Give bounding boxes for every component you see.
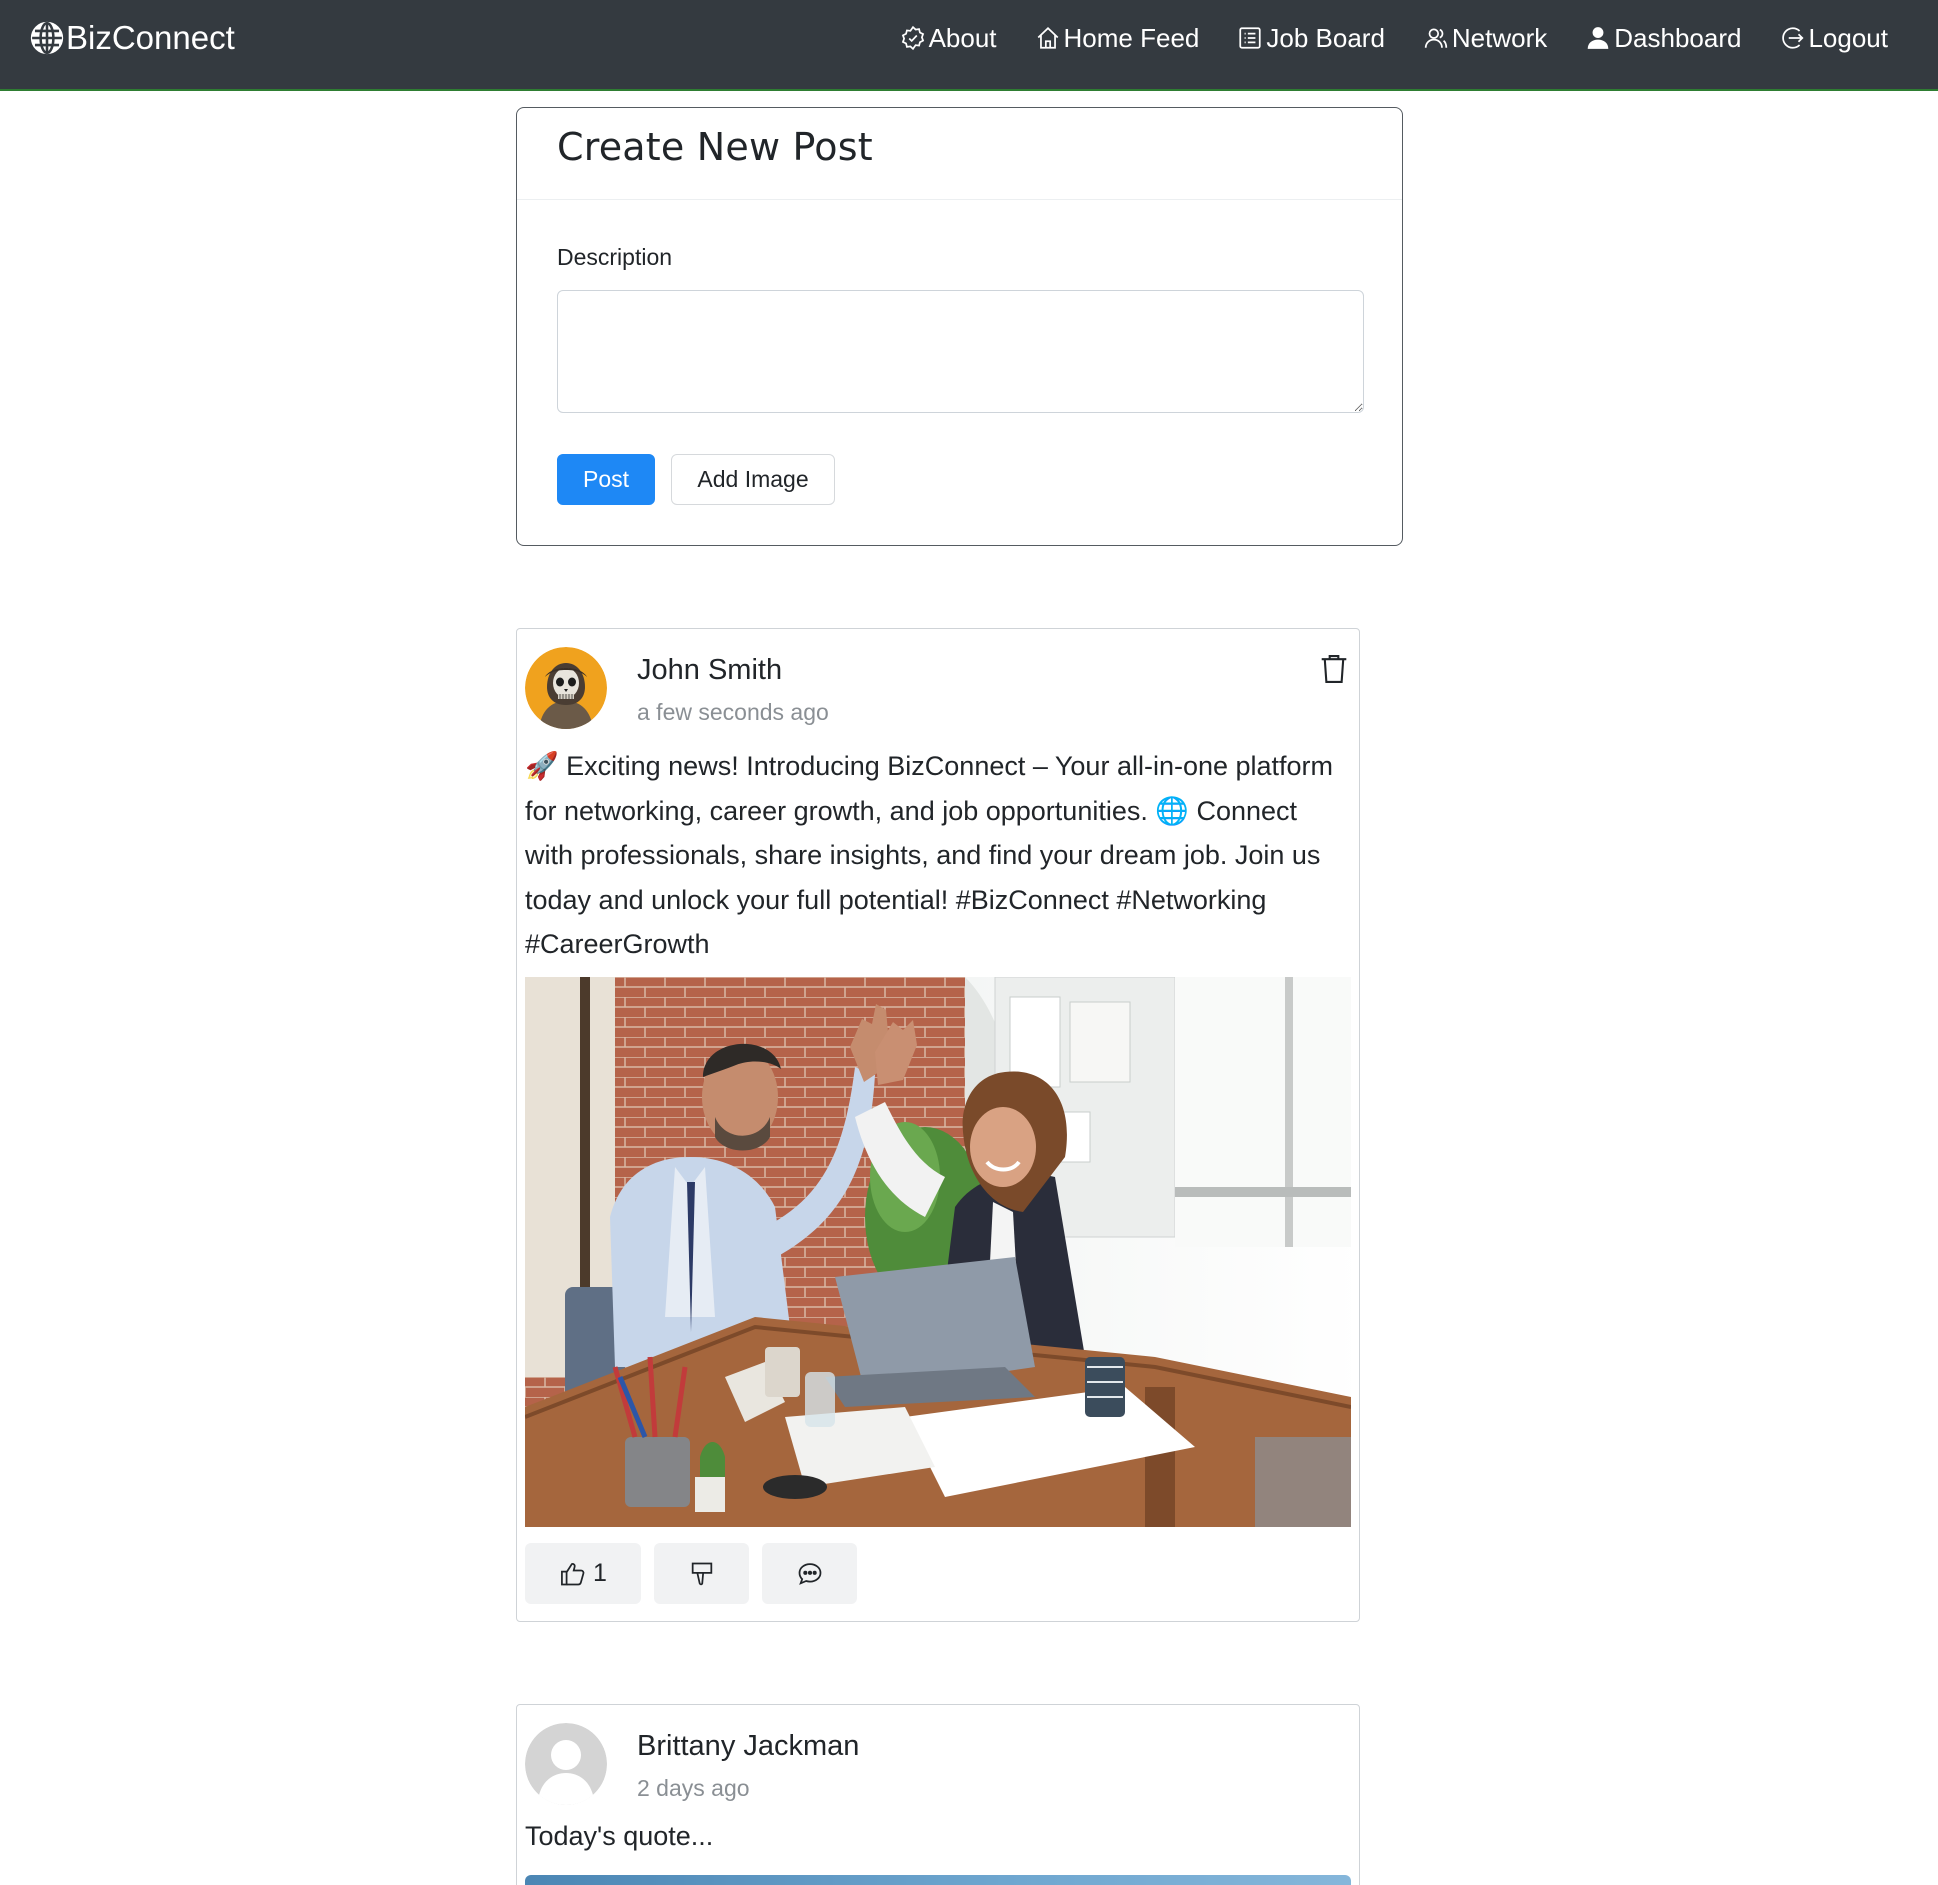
avatar[interactable]	[525, 1723, 607, 1805]
comment-button[interactable]	[762, 1543, 857, 1604]
create-post-card: Create New Post Description Post Add Ima…	[516, 107, 1403, 546]
post-card: Brittany Jackman 2 days ago Today's quot…	[516, 1704, 1360, 1885]
nav-home-feed[interactable]: Home Feed	[1035, 22, 1200, 54]
post-time: a few seconds ago	[637, 699, 829, 725]
nav-logout-label: Logout	[1808, 22, 1888, 53]
person-icon	[1587, 27, 1609, 49]
dislike-button[interactable]	[654, 1543, 749, 1604]
nav-network-label: Network	[1451, 22, 1548, 53]
post-time: 2 days ago	[637, 1775, 750, 1801]
nav-network[interactable]: Network	[1423, 23, 1547, 54]
post-image	[525, 1875, 1351, 1885]
nav-about-label: About	[928, 22, 997, 53]
brand-link[interactable]: BizConnect	[30, 18, 235, 58]
home-icon	[1037, 27, 1058, 49]
post-text: 🚀 Exciting news! Introducing BizConnect …	[525, 751, 1334, 959]
post-image	[525, 977, 1351, 1527]
globe-icon	[30, 21, 64, 55]
comment-icon	[798, 1562, 821, 1585]
badge-icon	[901, 25, 924, 51]
post-button[interactable]: Post	[557, 454, 655, 505]
add-image-button[interactable]: Add Image	[671, 454, 835, 505]
nav-logout[interactable]: Logout	[1779, 23, 1888, 54]
post-text: Today's quote...	[525, 1821, 714, 1851]
avatar-image	[525, 647, 607, 729]
brand-name: BizConnect	[66, 19, 235, 56]
nav-job-board[interactable]: Job Board	[1237, 23, 1385, 54]
post-actions: 1	[525, 1543, 870, 1605]
trash-icon[interactable]	[1319, 653, 1349, 685]
thumbs-up-icon	[561, 1562, 585, 1585]
create-post-header: Create New Post	[517, 108, 1402, 200]
nav-home-feed-label: Home Feed	[1063, 22, 1200, 53]
logout-icon	[1782, 27, 1804, 49]
post-card: John Smith a few seconds ago 🚀 Exciting …	[516, 628, 1360, 1622]
avatar[interactable]	[525, 647, 607, 729]
like-button[interactable]: 1	[525, 1543, 641, 1604]
create-post-title: Create New Post	[557, 125, 873, 169]
nav-job-board-label: Job Board	[1266, 22, 1385, 53]
thumbs-down-icon	[691, 1562, 712, 1585]
description-input[interactable]	[557, 290, 1364, 413]
nav-dashboard[interactable]: Dashboard	[1585, 23, 1741, 54]
office-high-five-photo	[525, 977, 1351, 1527]
navbar: BizConnect About Home Feed Job Board Net…	[0, 0, 1938, 91]
description-label: Description	[557, 244, 673, 270]
people-icon	[1424, 28, 1448, 48]
post-author[interactable]: John Smith	[637, 654, 782, 687]
list-icon	[1239, 27, 1261, 49]
like-count: 1	[593, 1559, 607, 1587]
nav-about[interactable]: About	[900, 23, 997, 54]
nav-links: About Home Feed Job Board Network Dashbo…	[862, 18, 1888, 58]
post-author[interactable]: Brittany Jackman	[637, 1730, 859, 1763]
nav-dashboard-label: Dashboard	[1614, 22, 1742, 53]
default-avatar-icon	[525, 1723, 607, 1805]
